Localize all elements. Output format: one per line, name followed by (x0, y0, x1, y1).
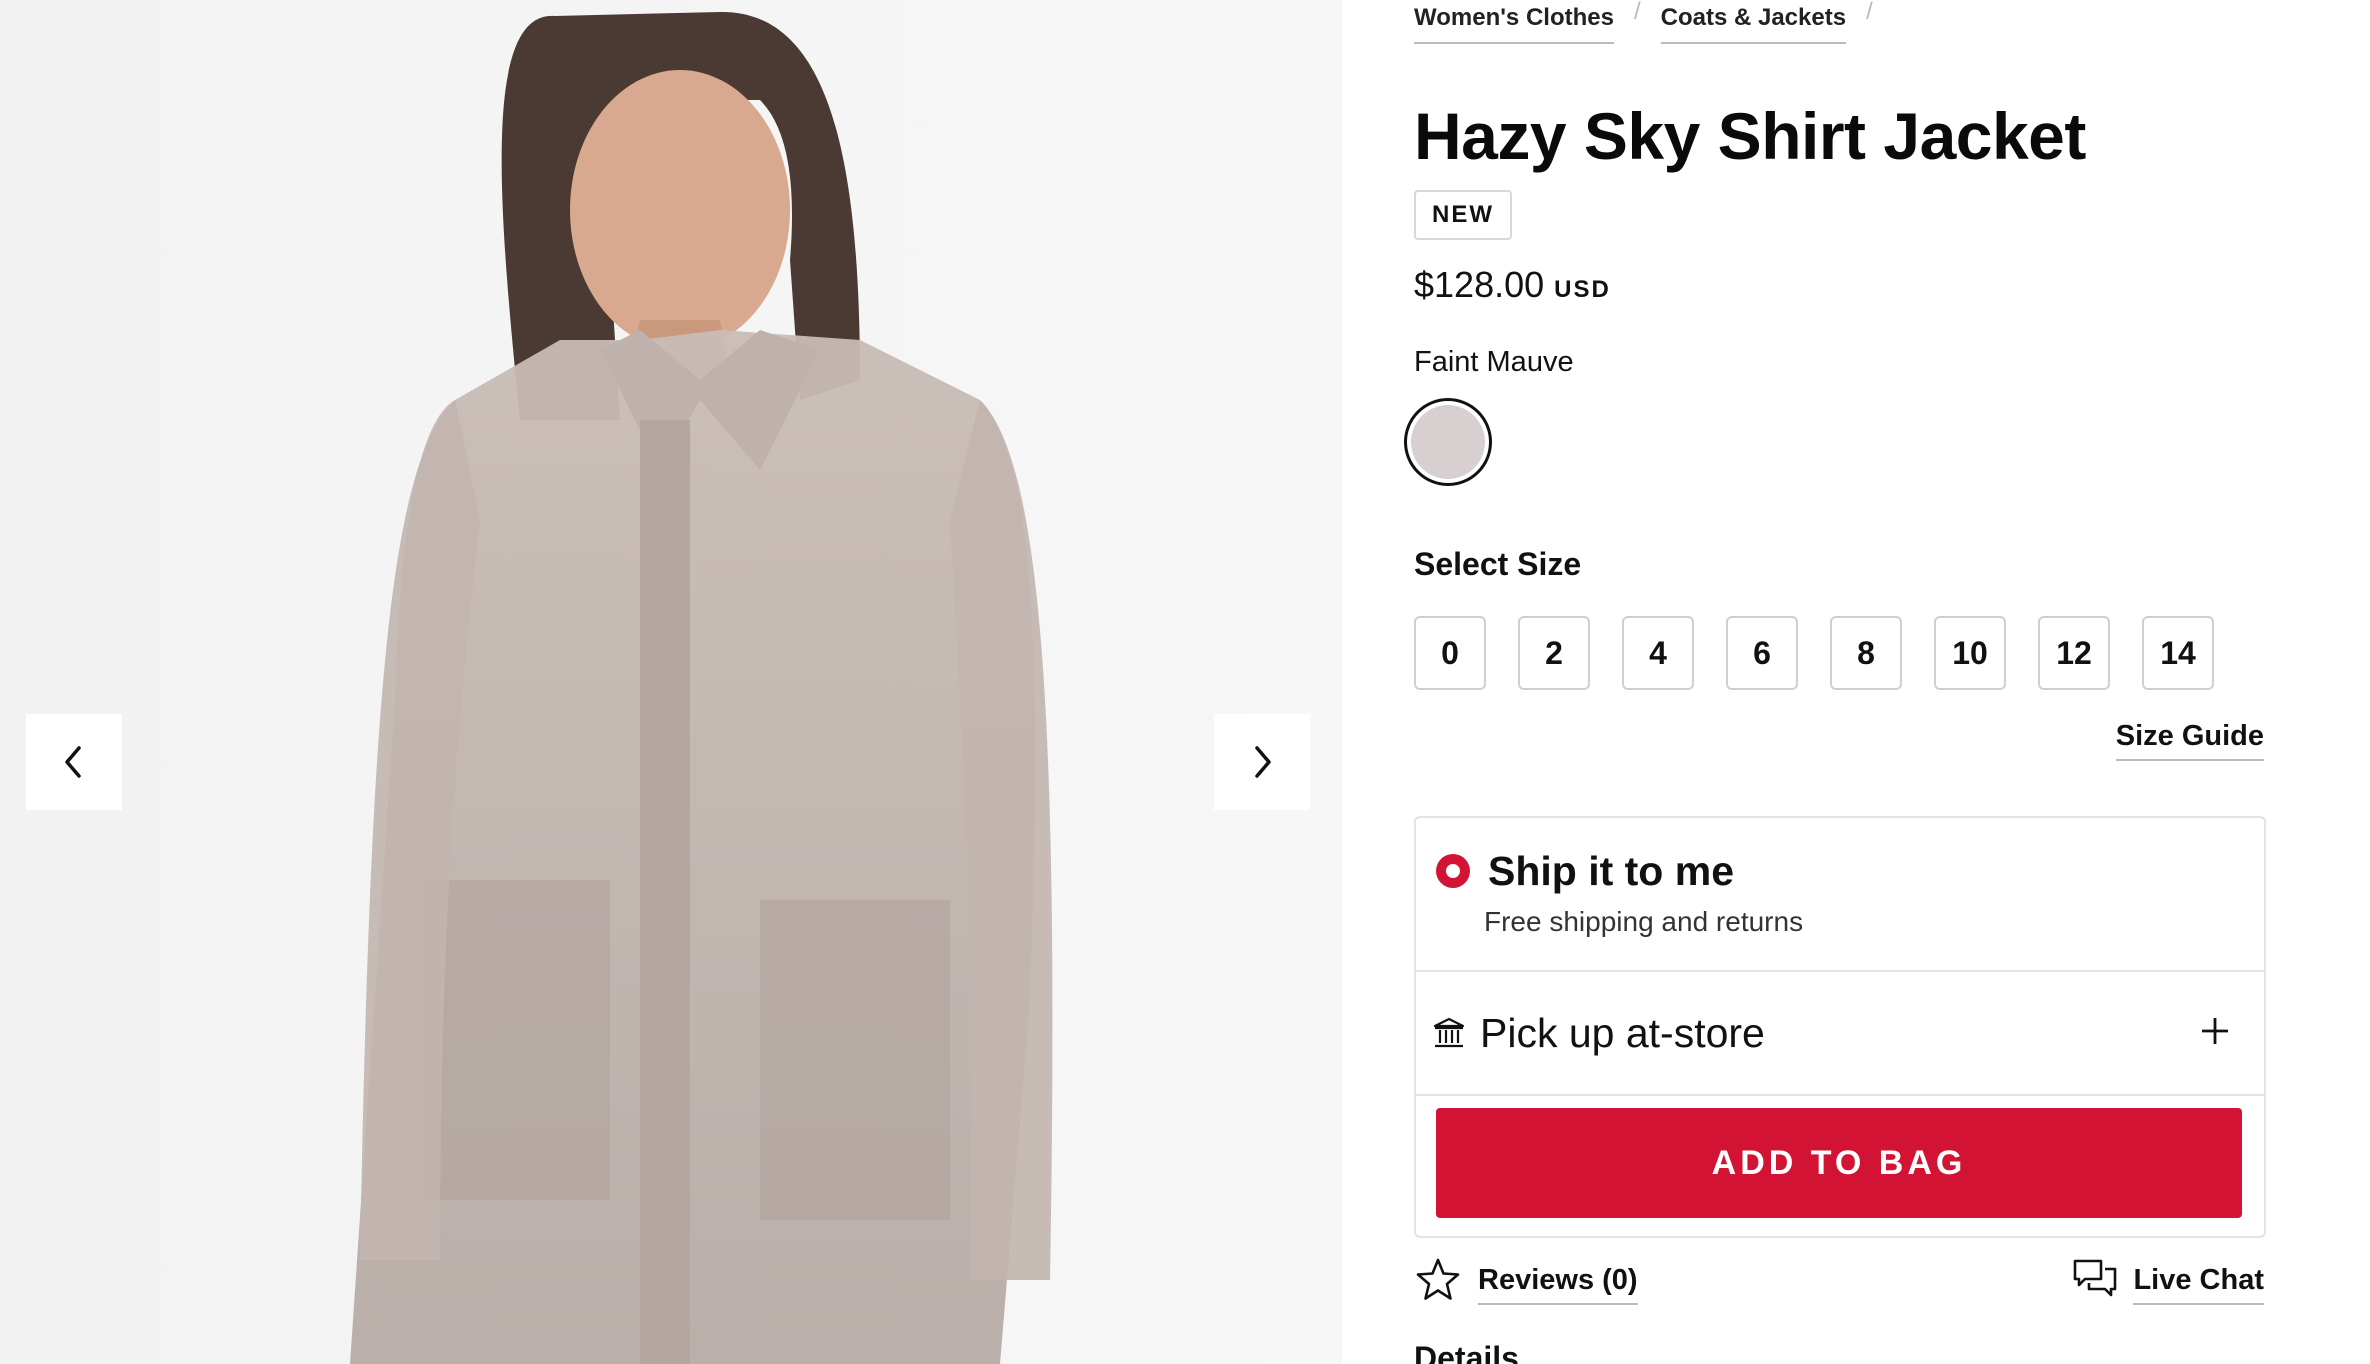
breadcrumb-separator: / (1866, 0, 1873, 25)
select-size-label: Select Size (1414, 546, 1582, 582)
reviews-label: Reviews (0) (1478, 1264, 1638, 1305)
store-icon (1433, 1017, 1465, 1048)
radio-selected-icon (1436, 854, 1470, 888)
size-guide-link[interactable]: Size Guide (2115, 720, 2264, 761)
star-icon (1416, 1258, 1460, 1300)
size-option-12[interactable]: 12 (2038, 616, 2110, 690)
price-amount: $128.00 (1414, 264, 1545, 305)
chat-bubble-icon (2074, 1259, 2117, 1296)
pickup-option-title: Pick up at-store (1480, 1010, 1765, 1056)
reviews-link[interactable]: Reviews (0) (1414, 1254, 1638, 1305)
size-option-6[interactable]: 6 (1726, 616, 1798, 690)
color-name: Faint Mauve (1414, 346, 1574, 378)
product-title: Hazy Sky Shirt Jacket (1414, 99, 2086, 173)
live-chat-link[interactable]: Live Chat (2071, 1254, 2264, 1305)
product-info-panel: Women's Clothes / Coats & Jackets / Hazy… (1342, 0, 2370, 1364)
pickup-at-store-option[interactable]: Pick up at-store (1416, 972, 2264, 1096)
product-price: $128.00 USD (1414, 264, 1611, 306)
new-badge: NEW (1414, 190, 1512, 240)
delivery-options: Ship it to me Free shipping and returns … (1414, 816, 2266, 1238)
size-option-4[interactable]: 4 (1622, 616, 1694, 690)
gallery-next-button[interactable] (1214, 714, 1310, 810)
breadcrumb: Women's Clothes / Coats & Jackets / (1414, 0, 1873, 44)
price-currency: USD (1554, 276, 1611, 303)
product-image-gallery (0, 0, 1342, 1364)
gallery-prev-button[interactable] (26, 714, 122, 810)
size-option-14[interactable]: 14 (2142, 616, 2214, 690)
chevron-left-icon (65, 746, 81, 778)
size-option-0[interactable]: 0 (1414, 616, 1486, 690)
breadcrumb-link-womens-clothes[interactable]: Women's Clothes (1414, 0, 1614, 44)
color-swatch-faint-mauve[interactable] (1404, 398, 1492, 486)
size-option-10[interactable]: 10 (1934, 616, 2006, 690)
chevron-right-icon (1255, 746, 1271, 778)
breadcrumb-separator: / (1633, 0, 1641, 25)
ship-option-subtitle: Free shipping and returns (1484, 906, 1804, 937)
add-to-bag-button[interactable]: ADD TO BAG (1436, 1108, 2242, 1218)
ship-option-title: Ship it to me (1488, 848, 1734, 894)
size-option-2[interactable]: 2 (1518, 616, 1590, 690)
details-heading: Details (1414, 1340, 1519, 1364)
size-option-8[interactable]: 8 (1830, 616, 1902, 690)
ship-to-me-option[interactable]: Ship it to me Free shipping and returns (1416, 818, 2264, 972)
live-chat-label: Live Chat (2133, 1264, 2264, 1305)
breadcrumb-link-coats-jackets[interactable]: Coats & Jackets (1660, 0, 1847, 44)
product-photo (0, 0, 1342, 1364)
size-selector: 0 2 4 6 8 10 12 14 (1414, 616, 2214, 690)
swatch-fill (1411, 405, 1485, 479)
plus-icon (2202, 1018, 2228, 1044)
